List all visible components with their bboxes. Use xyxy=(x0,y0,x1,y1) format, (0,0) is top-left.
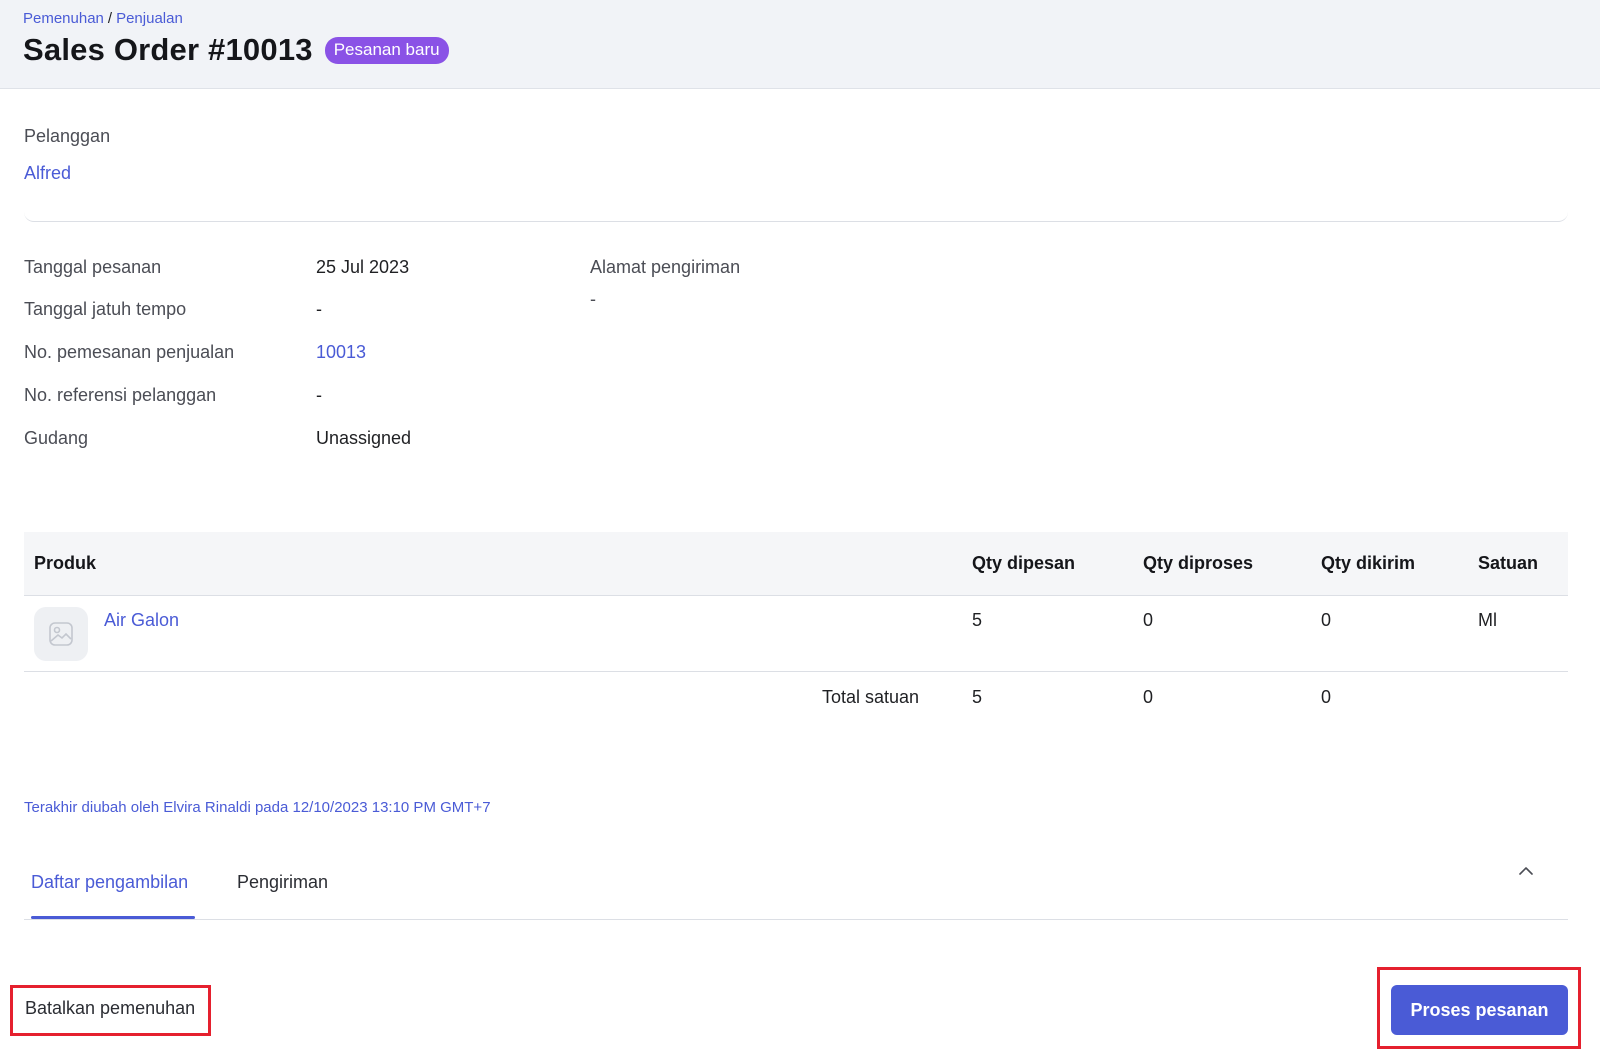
process-order-button[interactable]: Proses pesanan xyxy=(1391,985,1568,1035)
column-header-qty-shipped: Qty dikirim xyxy=(1321,553,1416,573)
status-badge: Pesanan baru xyxy=(324,36,449,64)
breadcrumb-separator: / xyxy=(107,10,113,27)
page-header: Pemenuhan / Penjualan Sales Order #10013 P… xyxy=(0,0,1600,89)
title-row: Sales Order #10013 Pesanan baru xyxy=(23,32,449,68)
info-row-order-date: Tanggal pesanan 25 Jul 2023 xyxy=(24,257,564,281)
customer-name-link[interactable]: Alfred xyxy=(24,163,71,184)
shipping-address-label: Alamat pengiriman xyxy=(590,257,741,277)
order-date-label: Tanggal pesanan xyxy=(24,257,162,277)
total-qty-processed: 0 xyxy=(1143,687,1154,707)
column-header-qty-ordered: Qty dipesan xyxy=(972,553,1076,573)
due-date-label: Tanggal jatuh tempo xyxy=(24,299,187,319)
total-qty-shipped: 0 xyxy=(1321,687,1332,707)
table-header: Produk Qty dipesan Qty diproses Qty diki… xyxy=(24,532,1568,596)
qty-processed-cell: 0 xyxy=(1143,610,1154,630)
tab-bar: Daftar pengambilan Pengiriman xyxy=(24,850,1568,920)
order-date-value: 25 Jul 2023 xyxy=(316,257,410,277)
qty-ordered-cell: 5 xyxy=(972,610,983,630)
total-qty-ordered: 5 xyxy=(972,687,983,707)
info-row-warehouse: Gudang Unassigned xyxy=(24,428,564,452)
sales-order-number-label: No. pemesanan penjualan xyxy=(24,342,235,362)
info-row-sales-order-number: No. pemesanan penjualan 10013 xyxy=(24,342,564,366)
customer-reference-value: - xyxy=(316,385,322,405)
customer-reference-label: No. referensi pelanggan xyxy=(24,385,217,405)
totals-label: Total satuan xyxy=(822,687,920,707)
column-header-unit: Satuan xyxy=(1478,553,1539,573)
breadcrumb-current-link[interactable]: Penjualan xyxy=(116,10,183,27)
breadcrumb-parent-link[interactable]: Pemenuhan xyxy=(23,10,104,27)
warehouse-label: Gudang xyxy=(24,428,89,448)
product-name-link[interactable]: Air Galon xyxy=(104,610,179,631)
due-date-value: - xyxy=(316,299,322,319)
table-totals-row: Total satuan 5 0 0 xyxy=(24,672,1568,720)
sales-order-number-link[interactable]: 10013 xyxy=(316,342,366,363)
info-row-due-date: Tanggal jatuh tempo - xyxy=(24,299,564,323)
breadcrumb: Pemenuhan / Penjualan xyxy=(23,10,183,27)
column-header-qty-processed: Qty diproses xyxy=(1143,553,1254,573)
shipping-address-value: - xyxy=(590,289,596,309)
section-divider xyxy=(24,212,1568,222)
column-header-product: Produk xyxy=(34,553,97,573)
unit-cell: Ml xyxy=(1478,610,1497,630)
last-modified-note: Terakhir diubah oleh Elvira Rinaldi pada… xyxy=(24,799,491,816)
qty-shipped-cell: 0 xyxy=(1321,610,1332,630)
cancel-fulfillment-button[interactable]: Batalkan pemenuhan xyxy=(25,998,195,1019)
info-row-customer-reference: No. referensi pelanggan - xyxy=(24,385,564,409)
table-row: Air Galon 5 0 0 Ml xyxy=(24,596,1568,672)
image-placeholder-icon xyxy=(34,607,88,661)
tab-shipments[interactable]: Pengiriman xyxy=(237,872,328,893)
warehouse-value: Unassigned xyxy=(316,428,412,448)
customer-label: Pelanggan xyxy=(24,126,111,146)
tab-pick-list[interactable]: Daftar pengambilan xyxy=(31,872,188,893)
page-title: Sales Order #10013 xyxy=(23,32,313,67)
active-tab-indicator xyxy=(31,916,195,919)
chevron-up-icon[interactable] xyxy=(1515,860,1537,882)
